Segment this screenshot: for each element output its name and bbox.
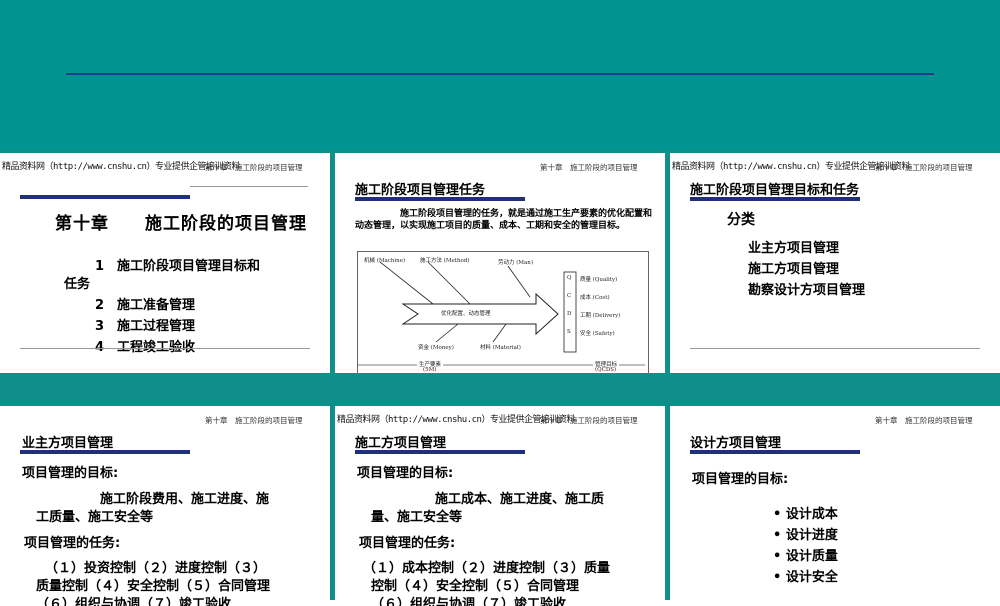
title-bar: [20, 195, 190, 199]
chapter-title: 第十章 施工阶段的项目管理: [55, 214, 307, 234]
bullet-item: • 设计质量: [773, 549, 838, 564]
money-label: 资金 (Money): [418, 345, 454, 351]
chapter-header: 第十章 施工阶段的项目管理: [540, 416, 638, 425]
toc-item: 任务: [64, 277, 91, 292]
slide-title: 施工阶段项目管理目标和任务: [690, 183, 860, 198]
title-bar: [690, 197, 860, 201]
slide-title: 设计方项目管理: [690, 436, 782, 451]
d-label: D: [567, 311, 572, 317]
toc-item: 3 施工过程管理: [95, 319, 196, 334]
category-item: 施工方项目管理: [748, 262, 840, 277]
title-rule: [66, 73, 934, 75]
bullet-text: 设计安全: [785, 570, 838, 585]
slide-thumbnail-3[interactable]: 精品资料网（http://www.cnshu.cn）专业提供企管培训资料 第十章…: [670, 153, 1000, 373]
bullet-item: • 设计成本: [773, 507, 838, 522]
chapter-header: 第十章 施工阶段的项目管理: [540, 163, 638, 172]
slide-thumbnail-1[interactable]: 精品资料网（http://www.cnshu.cn）专业提供企管培训资料 第十章…: [0, 153, 330, 373]
s-label: S: [567, 329, 571, 335]
task-text: （６）组织与协调（７）竣工验收: [371, 597, 567, 606]
bullet-item: • 设计进度: [773, 528, 838, 543]
slide-title: 施工方项目管理: [355, 436, 447, 451]
factors-sub-label: (5M): [423, 367, 437, 373]
footer-rule: [20, 348, 310, 349]
bullet-text: 设计进度: [785, 528, 838, 543]
toc-item: 4 工程竣工验收: [95, 340, 196, 355]
chapter-header: 第十章 施工阶段的项目管理: [205, 163, 303, 172]
slide-thumbnail-2[interactable]: 第十章 施工阶段的项目管理 施工阶段项目管理任务 施工阶段项目管理的任务，就是通…: [335, 153, 665, 373]
machine-label: 机械 (Machine): [364, 258, 406, 264]
header-rule: [190, 186, 308, 187]
toc-item: 2 施工准备管理: [95, 298, 196, 313]
material-label: 材料 (Material): [480, 345, 521, 351]
target-sub-label: (QCDS): [595, 367, 617, 373]
task-label: 项目管理的任务:: [359, 536, 456, 551]
task-text: （６）组织与协调（７）竣工验收: [36, 597, 232, 606]
chapter-header: 第十章 施工阶段的项目管理: [875, 163, 973, 172]
bullet-item: • 设计安全: [773, 570, 838, 585]
goal-text: 工质量、施工安全等: [36, 510, 154, 525]
method-label: 施工方法 (Method): [420, 258, 470, 264]
goal-text: 量、施工安全等: [371, 510, 463, 525]
category-heading: 分类: [727, 212, 755, 228]
arrow-label: 优化配置、动态管理: [441, 311, 491, 317]
title-band: [0, 0, 1000, 150]
man-label: 劳动力 (Man): [498, 260, 533, 266]
delivery-label: 工期 (Delivery): [580, 313, 621, 319]
title-bar: [355, 450, 525, 454]
goal-label: 项目管理的目标:: [357, 466, 454, 481]
toc-item: 1 施工阶段项目管理目标和: [95, 259, 261, 274]
slide-thumbnail-4[interactable]: 第十章 施工阶段的项目管理 业主方项目管理 项目管理的目标: 施工阶段费用、施工…: [0, 406, 330, 606]
title-bar: [690, 450, 860, 454]
chapter-header: 第十章 施工阶段的项目管理: [205, 416, 303, 425]
title-bar: [355, 197, 525, 201]
title-bar: [20, 450, 190, 454]
slide-title: 业主方项目管理: [22, 436, 114, 451]
category-item: 业主方项目管理: [748, 241, 840, 256]
chapter-header: 第十章 施工阶段的项目管理: [875, 416, 973, 425]
slide-grid: 精品资料网（http://www.cnshu.cn）专业提供企管培训资料 第十章…: [0, 150, 1000, 606]
category-item: 勘察设计方项目管理: [748, 283, 866, 298]
slide-thumbnail-6[interactable]: 第十章 施工阶段的项目管理 设计方项目管理 项目管理的目标: • 设计成本 • …: [670, 406, 1000, 606]
bullet-text: 设计成本: [785, 507, 838, 522]
q-label: Q: [567, 275, 572, 281]
bullet-text: 设计质量: [785, 549, 838, 564]
goal-label: 项目管理的目标:: [692, 472, 789, 487]
quality-label: 质量 (Quality): [580, 277, 618, 283]
footer-rule: [690, 348, 980, 349]
slide-thumbnail-5[interactable]: 精品资料网（http://www.cnshu.cn）专业提供企管培训资料 第十章…: [335, 406, 665, 606]
cost-label: 成本 (Cost): [580, 295, 610, 301]
task-label: 项目管理的任务:: [24, 536, 121, 551]
safety-label: 安全 (Safety): [580, 331, 615, 337]
goal-label: 项目管理的目标:: [22, 466, 119, 481]
5m-diagram: 机械 (Machine) 施工方法 (Method) 劳动力 (Man) 优化配…: [357, 251, 649, 373]
c-label: C: [567, 293, 572, 299]
slide-paragraph: 施工阶段项目管理的任务，就是通过施工生产要素的优化配置和动态管理，以实现施工项目…: [355, 209, 653, 231]
slide-title: 施工阶段项目管理任务: [355, 183, 486, 198]
